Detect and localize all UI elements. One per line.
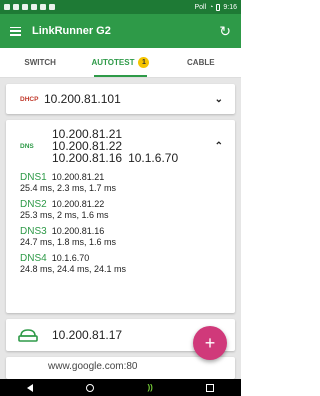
tab-label: SWITCH bbox=[24, 58, 56, 67]
dns-server-name: DNS1 bbox=[20, 172, 47, 183]
web-card[interactable]: www.google.com:80 bbox=[6, 357, 235, 379]
tab-bar: SWITCH AUTOTEST 1 CABLE bbox=[0, 48, 241, 78]
system-nav-bar: )) bbox=[0, 379, 241, 396]
app-title: LinkRunner G2 bbox=[32, 25, 111, 37]
dns-server-item: DNS2 10.200.81.22 25.3 ms, 2 ms, 1.6 ms bbox=[20, 199, 223, 221]
clock: 9:16 bbox=[223, 3, 237, 11]
notification-icons bbox=[4, 4, 55, 10]
home-icon[interactable] bbox=[86, 383, 95, 392]
chevron-down-icon[interactable]: ⌄ bbox=[215, 94, 223, 105]
carrier-label: Poll bbox=[194, 3, 207, 11]
dns-server-name: DNS2 bbox=[20, 199, 47, 210]
dns-server-ip: 10.200.81.22 bbox=[51, 199, 105, 209]
dhcp-tag: DHCP bbox=[20, 95, 39, 103]
dns-server-item: DNS4 10.1.6.70 24.8 ms, 24.4 ms, 24.1 ms bbox=[20, 253, 223, 275]
tab-cable[interactable]: CABLE bbox=[161, 48, 241, 77]
menu-icon[interactable] bbox=[10, 26, 21, 36]
dns-server-ip: 10.200.81.16 bbox=[51, 226, 105, 236]
dns-server-ips: 10.200.81.21 10.200.81.22 10.200.81.16 10… bbox=[52, 128, 178, 164]
notification-icon bbox=[40, 4, 46, 10]
tab-label: CABLE bbox=[187, 58, 215, 67]
app-bar: LinkRunner G2 ↻ bbox=[0, 14, 241, 48]
dhcp-card[interactable]: DHCP 10.200.81.101 ⌄ bbox=[6, 84, 235, 114]
refresh-icon[interactable]: ↻ bbox=[219, 24, 231, 38]
dns-tag: DNS bbox=[20, 142, 34, 150]
notification-icon bbox=[13, 4, 19, 10]
dns-server-ip: 10.200.81.21 bbox=[51, 172, 105, 182]
dns-server-times: 24.8 ms, 24.4 ms, 24.1 ms bbox=[20, 264, 127, 274]
web-target: www.google.com:80 bbox=[48, 361, 138, 372]
back-icon[interactable] bbox=[26, 383, 33, 392]
tab-label: AUTOTEST bbox=[91, 58, 135, 67]
notification-icon bbox=[49, 4, 55, 10]
wifi-icon: ◔ bbox=[209, 3, 214, 11]
add-button[interactable]: + bbox=[193, 326, 227, 360]
dns-card[interactable]: DNS 10.200.81.21 10.200.81.22 10.200.81.… bbox=[6, 120, 235, 313]
notification-icon bbox=[31, 4, 37, 10]
dns-server-times: 25.3 ms, 2 ms, 1.6 ms bbox=[20, 210, 109, 220]
notification-icon bbox=[4, 4, 10, 10]
dns-server-item: DNS1 10.200.81.21 25.4 ms, 2.3 ms, 1.7 ms bbox=[20, 172, 223, 194]
tab-switch[interactable]: SWITCH bbox=[0, 48, 80, 77]
router-icon bbox=[18, 329, 38, 342]
dhcp-ip: 10.200.81.101 bbox=[44, 92, 121, 106]
battery-icon bbox=[216, 3, 221, 11]
tab-autotest[interactable]: AUTOTEST 1 bbox=[80, 48, 160, 77]
dns-ip-line: 10.200.81.16 bbox=[52, 151, 123, 165]
dns-ip-line: 10.1.6.70 bbox=[128, 151, 179, 165]
dns-server-times: 25.4 ms, 2.3 ms, 1.7 ms bbox=[20, 183, 117, 193]
notification-badge: 1 bbox=[138, 57, 150, 68]
dns-server-name: DNS4 bbox=[20, 253, 47, 264]
dns-server-item: DNS3 10.200.81.16 24.7 ms, 1.8 ms, 1.6 ms bbox=[20, 226, 223, 248]
dns-server-times: 24.7 ms, 1.8 ms, 1.6 ms bbox=[20, 237, 117, 247]
recent-apps-icon[interactable] bbox=[206, 383, 215, 392]
wifi-app-icon[interactable]: )) bbox=[148, 383, 153, 392]
gateway-ip: 10.200.81.17 bbox=[52, 328, 123, 342]
chevron-up-icon[interactable]: ⌃ bbox=[215, 141, 223, 152]
status-bar: Poll ◔ 9:16 bbox=[0, 0, 241, 14]
notification-icon bbox=[22, 4, 28, 10]
dns-server-name: DNS3 bbox=[20, 226, 47, 237]
dns-server-ip: 10.1.6.70 bbox=[51, 253, 90, 263]
